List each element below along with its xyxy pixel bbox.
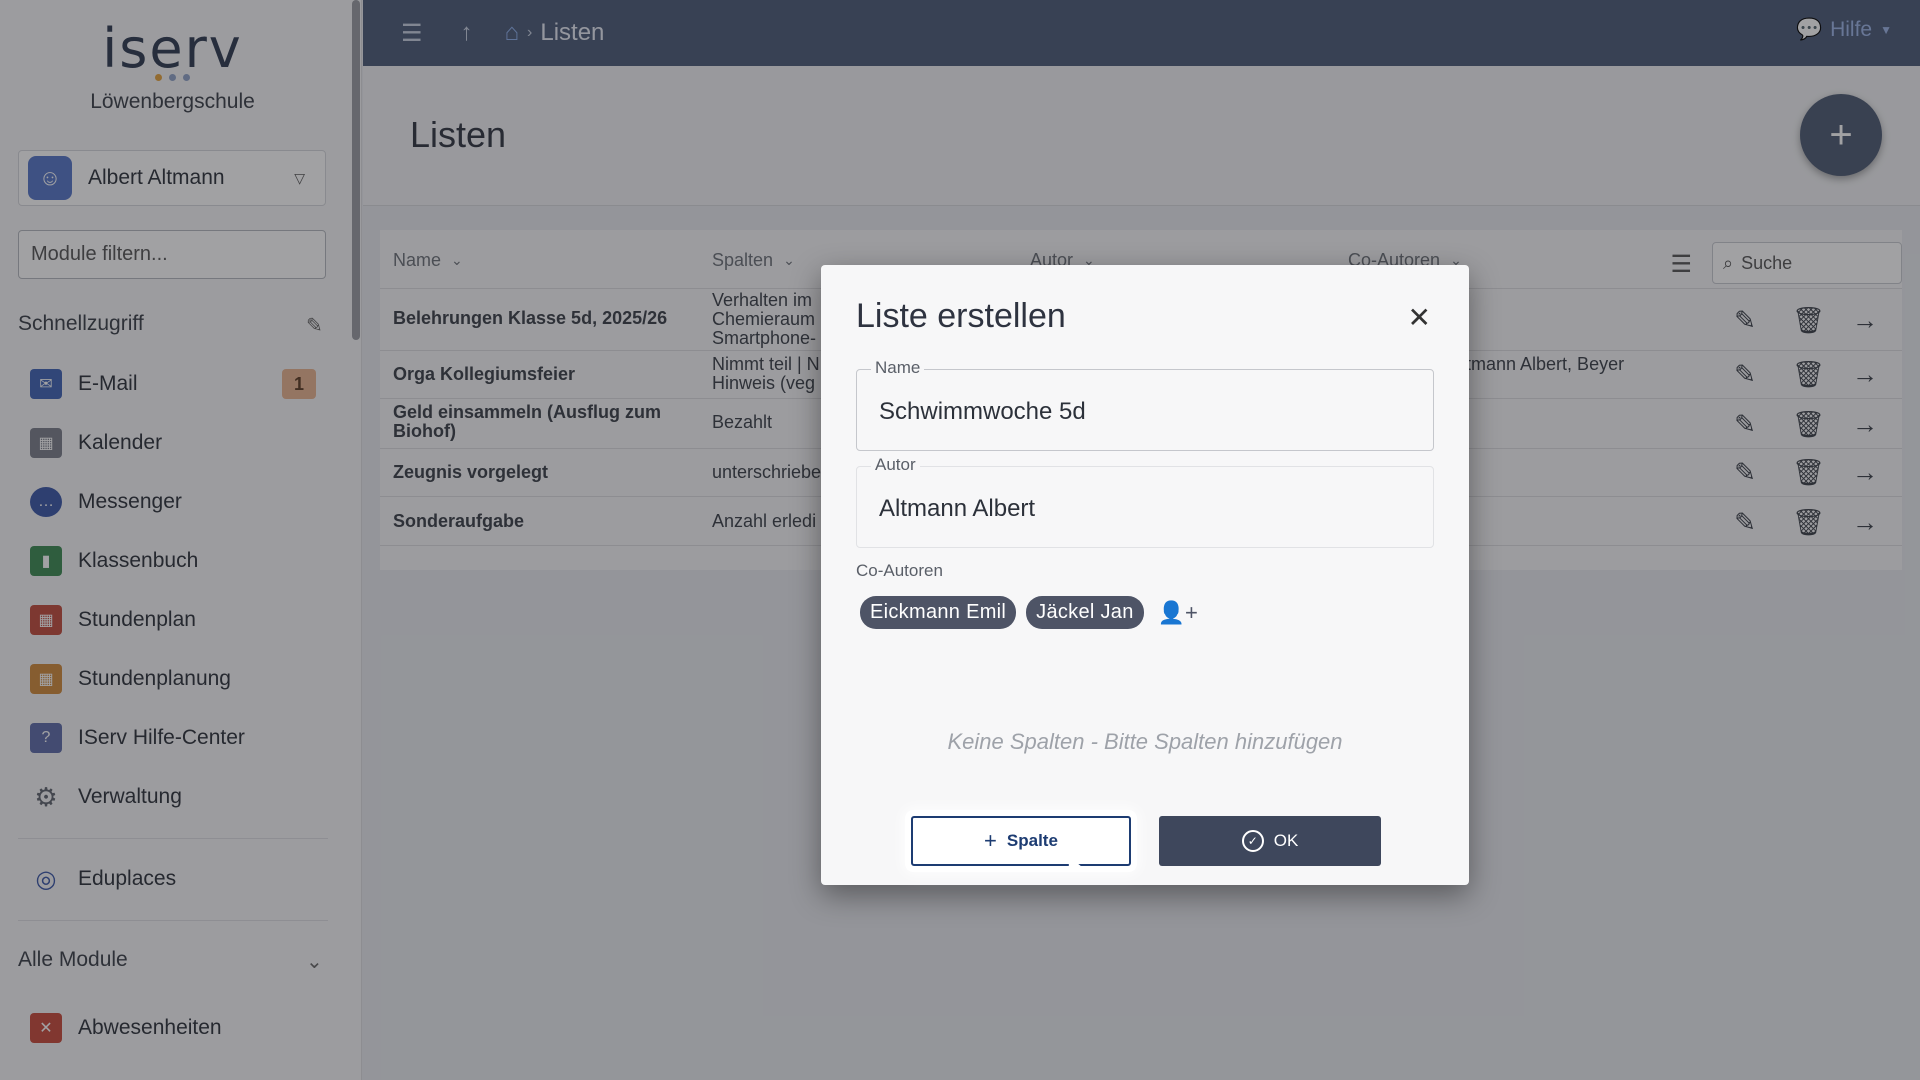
coauthors-label: Co-Autoren — [856, 561, 943, 580]
check-circle-icon: ✓ — [1241, 830, 1264, 852]
empty-columns-message: Keine Spalten - Bitte Spalten hinzufügen — [947, 729, 1343, 754]
coauthor-chip[interactable]: Jäckel Jan — [1026, 596, 1144, 629]
author-field: Autor Altmann Albert — [856, 455, 1434, 548]
plus-icon: + — [984, 828, 997, 853]
coauthor-chips: Eickmann Emil Jäckel Jan 👤+ — [860, 596, 1198, 629]
close-icon[interactable]: ✕ — [1408, 301, 1431, 334]
author-label: Autor — [871, 455, 920, 475]
add-person-icon[interactable]: 👤+ — [1158, 600, 1198, 626]
author-value: Altmann Albert — [879, 495, 1036, 522]
add-column-label: Spalte — [1006, 831, 1058, 850]
coauthor-chip[interactable]: Eickmann Emil — [860, 596, 1017, 629]
ok-button[interactable]: ✓ OK — [1159, 816, 1381, 866]
create-list-dialog: Liste erstellen ✕ Name Schwimmwoche 5d A… — [821, 265, 1469, 885]
dialog-title: Liste erstellen — [856, 297, 1066, 335]
add-column-button[interactable]: + Spalte — [911, 816, 1131, 866]
name-label: Name — [871, 358, 925, 378]
name-field[interactable]: Name Schwimmwoche 5d — [856, 358, 1434, 451]
name-input-value[interactable]: Schwimmwoche 5d — [879, 398, 1399, 426]
ok-label: OK — [1273, 831, 1299, 850]
